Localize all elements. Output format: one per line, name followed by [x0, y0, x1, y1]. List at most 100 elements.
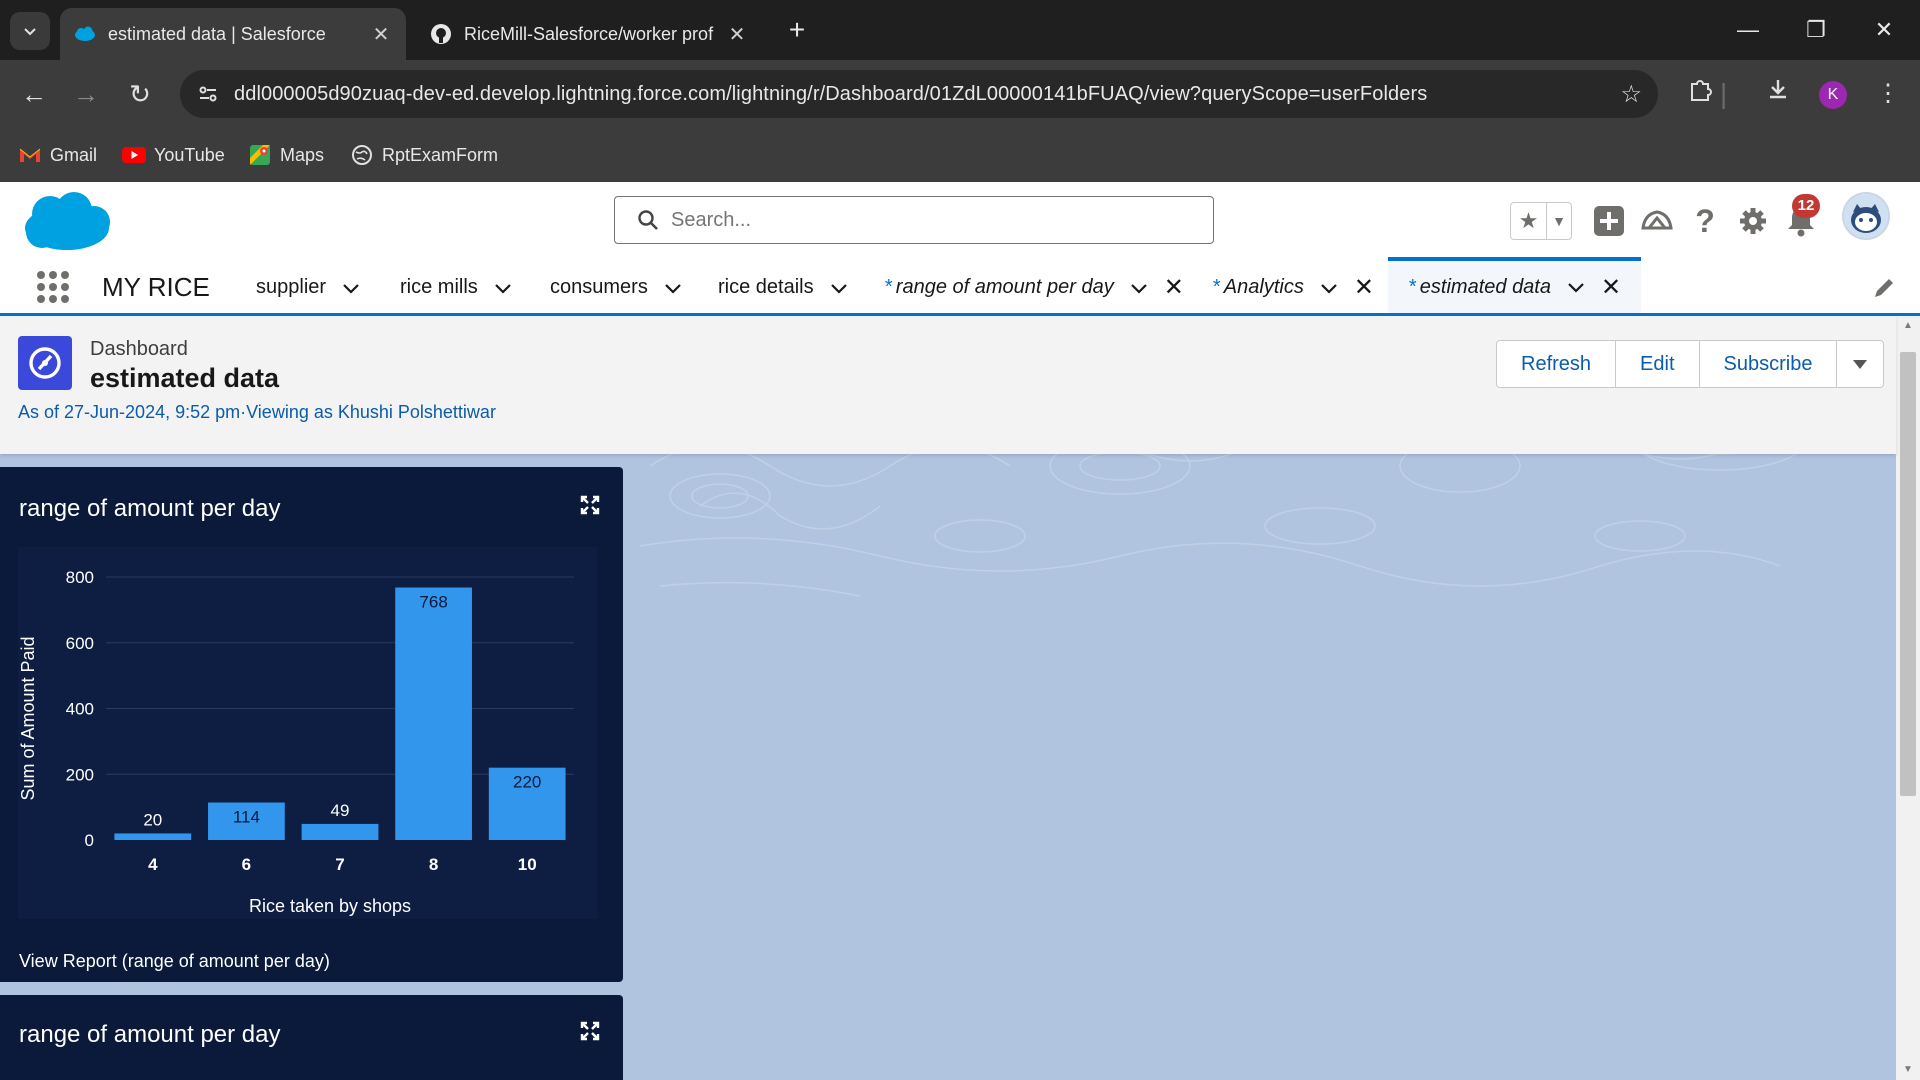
github-favicon: [431, 24, 451, 44]
favorites-dropdown-icon[interactable]: ▼: [1547, 203, 1571, 239]
restore-icon[interactable]: ❐: [1796, 12, 1836, 48]
forward-arrow-icon[interactable]: →: [68, 76, 104, 112]
chevron-down-icon[interactable]: [830, 279, 848, 297]
edit-button[interactable]: Edit: [1616, 341, 1700, 387]
close-window-icon[interactable]: ✕: [1864, 12, 1904, 48]
y-tick-label: 0: [85, 831, 94, 850]
close-tab-icon[interactable]: ✕: [1164, 273, 1184, 302]
chart-area: 0 200 400 600 800 20 4 114 6 49 7 768 8 220 10 Rice tak…: [18, 547, 597, 919]
bookmark-youtube[interactable]: YouTube: [122, 140, 225, 170]
search-input[interactable]: [671, 208, 1191, 232]
close-tab-icon[interactable]: ✕: [1601, 273, 1621, 302]
dashboard-widget-chart: range of amount per day: [0, 995, 623, 1080]
view-report-link[interactable]: View Report (range of amount per day): [19, 951, 330, 972]
site-info-icon[interactable]: [196, 82, 220, 106]
expand-icon[interactable]: [580, 1021, 600, 1041]
user-avatar[interactable]: [1842, 192, 1890, 240]
youtube-icon: [122, 145, 146, 165]
chevron-down-icon[interactable]: [1130, 279, 1148, 297]
extensions-icon[interactable]: [1682, 76, 1718, 112]
favorite-star-icon[interactable]: ★: [1511, 203, 1547, 239]
data-label: 114: [233, 808, 260, 827]
bookmark-gmail[interactable]: Gmail: [18, 140, 97, 170]
nav-item-rice-details[interactable]: rice details: [718, 262, 848, 313]
browser-tab-github[interactable]: RiceMill-Salesforce/worker prof ✕: [416, 8, 762, 60]
x-tick-label: 6: [242, 855, 251, 874]
edit-nav-pencil-icon[interactable]: [1872, 276, 1896, 300]
y-tick-label: 200: [66, 765, 94, 784]
profile-avatar[interactable]: K: [1819, 81, 1847, 109]
x-tick-label: 10: [518, 855, 537, 874]
x-tick-label: 7: [335, 855, 344, 874]
favorites-button-group: ★ ▼: [1510, 202, 1572, 240]
address-bar[interactable]: ddl000005d90zuaq-dev-ed.develop.lightnin…: [180, 70, 1658, 118]
refresh-button[interactable]: Refresh: [1497, 341, 1617, 387]
chevron-down-icon[interactable]: [1320, 279, 1338, 297]
chevron-down-icon[interactable]: [494, 279, 512, 297]
nav-item-label: range of amount per day: [895, 276, 1114, 298]
salesforce-logo[interactable]: [22, 190, 112, 256]
x-tick-label: 8: [429, 855, 438, 874]
unsaved-marker: *: [1212, 276, 1220, 298]
dashboard-actions: Refresh Edit Subscribe: [1496, 340, 1885, 388]
tab-search-button[interactable]: [10, 12, 50, 50]
bookmark-label: RptExamForm: [382, 144, 499, 165]
scrollbar-thumb[interactable]: [1900, 352, 1916, 796]
close-tab-icon[interactable]: ✕: [370, 22, 392, 47]
nav-item-rice-mills[interactable]: rice mills: [400, 262, 512, 313]
nav-tab-range-of-amount-per-day[interactable]: * range of amount per day ✕: [884, 262, 1184, 313]
bookmark-rptexamform[interactable]: RptExamForm: [350, 140, 498, 170]
chevron-down-icon[interactable]: [1567, 278, 1585, 296]
toolbar-divider: |: [1720, 78, 1728, 109]
scroll-up-arrow-icon[interactable]: ▲: [1900, 318, 1916, 334]
close-tab-icon[interactable]: ✕: [726, 22, 748, 47]
bookmark-label: YouTube: [154, 144, 225, 165]
close-tab-icon[interactable]: ✕: [1354, 273, 1374, 302]
dashboard-header: Dashboard estimated data As of 27-Jun-20…: [0, 316, 1896, 454]
nav-item-supplier[interactable]: supplier: [256, 262, 360, 313]
reload-icon[interactable]: ↻: [122, 76, 158, 112]
maps-icon: [248, 145, 272, 165]
new-tab-button[interactable]: +: [780, 14, 814, 48]
chevron-down-icon: [24, 28, 36, 36]
download-icon[interactable]: [1760, 76, 1796, 112]
bookmarks-bar: Gmail YouTube Maps RptExamForm: [0, 128, 1920, 182]
back-arrow-icon[interactable]: ←: [16, 76, 52, 112]
chevron-down-icon[interactable]: [664, 279, 682, 297]
browser-tab-salesforce[interactable]: estimated data | Salesforce ✕: [60, 8, 406, 60]
dashboard-gauge-icon: [18, 336, 72, 390]
caret-down-icon: [1853, 360, 1868, 369]
data-label: 220: [513, 773, 541, 792]
bookmark-label: Maps: [280, 144, 325, 165]
nav-item-label: Analytics: [1223, 276, 1304, 298]
bar: [301, 823, 379, 840]
bookmark-label: Gmail: [50, 144, 98, 165]
data-label: 49: [331, 801, 350, 820]
data-label: 20: [143, 810, 162, 829]
bookmark-maps[interactable]: Maps: [248, 140, 324, 170]
global-actions-plus-icon[interactable]: [1590, 202, 1628, 240]
app-launcher-icon[interactable]: [36, 270, 70, 304]
more-menu-icon[interactable]: ⋮: [1870, 76, 1906, 112]
y-tick-label: 400: [66, 700, 94, 719]
more-actions-menu[interactable]: [1837, 341, 1884, 387]
bar: [114, 833, 192, 840]
unsaved-marker: *: [884, 276, 892, 298]
widget-title: range of amount per day: [19, 1021, 281, 1048]
global-search-box[interactable]: [614, 196, 1214, 244]
scroll-down-arrow-icon[interactable]: ▼: [1900, 1062, 1916, 1078]
gear-icon[interactable]: [1734, 202, 1772, 240]
nav-item-label: consumers: [550, 276, 648, 298]
nav-tab-estimated-data[interactable]: * estimated data ✕: [1388, 257, 1642, 313]
subscribe-button[interactable]: Subscribe: [1699, 341, 1838, 387]
minimize-icon[interactable]: —: [1728, 12, 1768, 48]
app-name: MY RICE: [102, 272, 210, 302]
chevron-down-icon[interactable]: [342, 279, 360, 297]
nav-item-consumers[interactable]: consumers: [550, 262, 682, 313]
data-label: 768: [419, 593, 447, 612]
bookmark-star-icon[interactable]: ☆: [1620, 80, 1642, 109]
help-icon[interactable]: ?: [1686, 202, 1724, 240]
nav-tab-analytics[interactable]: * Analytics ✕: [1212, 262, 1374, 313]
trailhead-icon[interactable]: [1638, 202, 1676, 240]
expand-icon[interactable]: [580, 495, 600, 515]
